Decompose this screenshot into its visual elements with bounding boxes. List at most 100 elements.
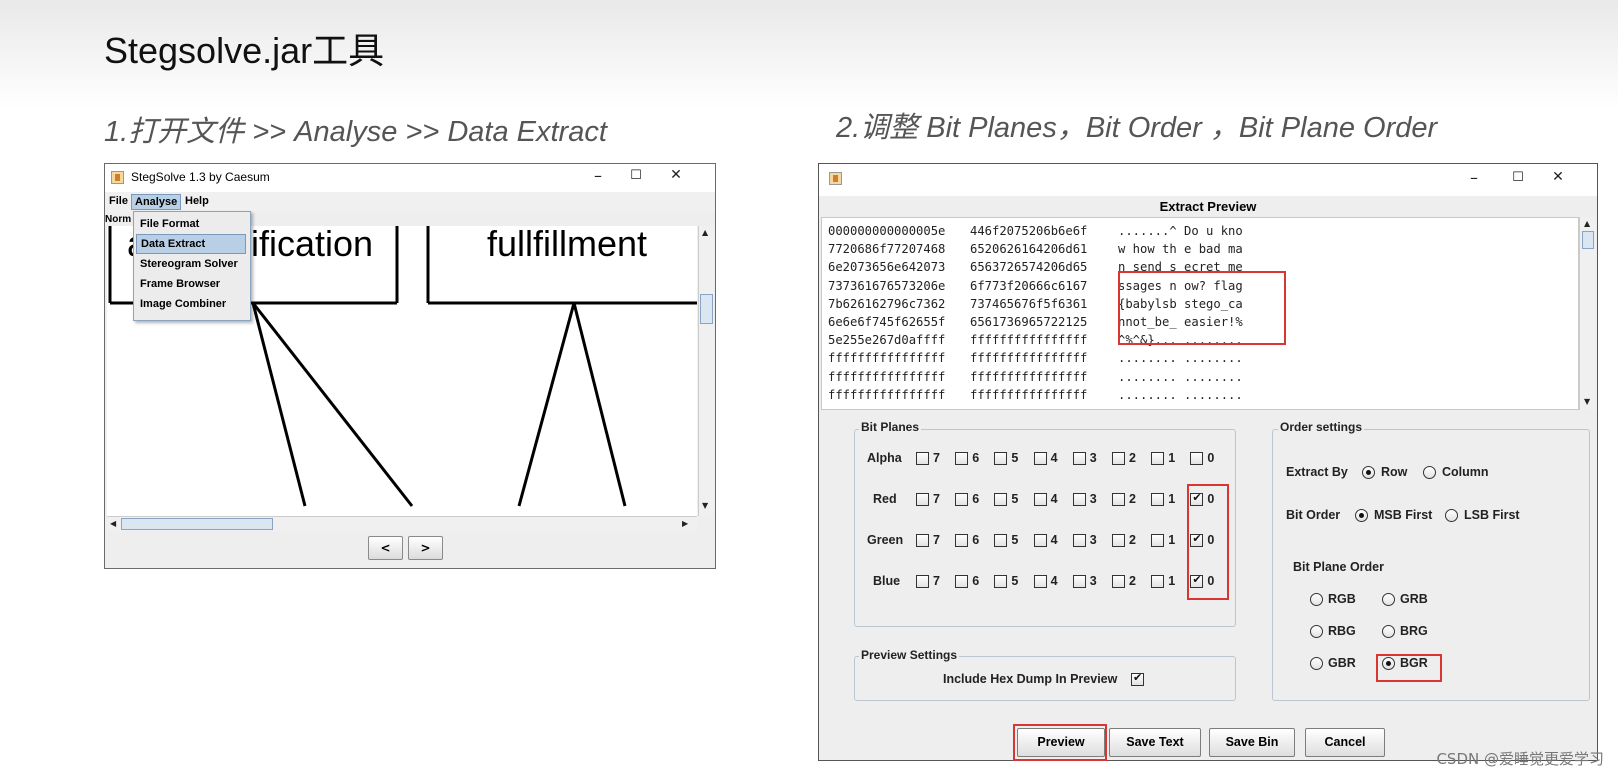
bit-label-7: 7 [933,533,940,547]
menu-help[interactable]: Help [182,194,212,208]
hex-col-1-row-3: 737361676573206e [828,278,946,293]
checkbox-green-bit-5[interactable] [994,534,1008,547]
menu-bar: File Analyse Help [105,192,715,212]
menu-analyse[interactable]: Analyse [131,194,182,210]
extract-by-row-radio[interactable] [1362,466,1375,479]
checkbox-green-bit-1[interactable] [1151,534,1165,547]
maximize-icon[interactable]: ☐ [1503,170,1533,185]
scroll-up-icon[interactable]: ▲ [1584,219,1590,228]
save-text-button[interactable]: Save Text [1109,728,1201,757]
checkbox-red-bit-4[interactable] [1033,493,1047,506]
checkbox-blue-bit-1[interactable] [1151,575,1165,588]
next-button[interactable]: > [408,536,443,560]
prev-button[interactable]: < [368,536,403,560]
ascii-col-row-9: ........ ........ [1118,387,1243,402]
checkbox-red-bit-7[interactable] [916,493,929,506]
checkbox-blue-bit-7[interactable] [916,575,929,588]
bit-label-4: 4 [1050,451,1058,465]
extract-by-column-radio[interactable] [1423,466,1436,479]
checkbox-green-bit-6[interactable] [955,534,969,547]
checkbox-blue-bit-5[interactable] [994,575,1008,588]
checkbox-green-bit-7[interactable] [916,534,929,547]
checkbox-red-bit-2[interactable] [1112,493,1125,506]
mode-label: Norm [105,214,132,225]
plane-order-radio-rgb[interactable] [1310,593,1323,606]
plane-order-label-rgb: RGB [1328,592,1356,606]
scroll-down-icon[interactable]: ▼ [1584,397,1590,406]
hex-col-1-row-2: 6e2073656e642073 [828,260,946,275]
menu-item-data-extract[interactable]: Data Extract [136,234,246,254]
plane-order-radio-grb[interactable] [1382,593,1395,606]
bit-label-6: 6 [972,451,980,465]
checkbox-green-bit-2[interactable] [1112,534,1125,547]
scroll-down-icon[interactable]: ▼ [702,501,708,510]
bit-label-3: 3 [1089,533,1097,547]
scroll-thumb[interactable] [1582,231,1594,249]
checkbox-green-bit-4[interactable] [1033,534,1047,547]
bit-plane-order-label: Bit Plane Order [1293,560,1384,574]
checkbox-alpha-bit-6[interactable] [955,452,969,465]
checkbox-red-bit-5[interactable] [994,493,1008,506]
checkbox-alpha-bit-3[interactable] [1072,452,1086,465]
close-icon[interactable]: ✕ [1543,169,1573,185]
bit-label-1: 1 [1168,533,1176,547]
hex-col-1-row-8: ffffffffffffffff [828,369,946,384]
menu-item-stereogram-solver[interactable]: Stereogram Solver [136,254,246,274]
menu-item-frame-browser[interactable]: Frame Browser [136,274,246,294]
checkbox-blue-bit-6[interactable] [955,575,969,588]
scroll-right-icon[interactable]: ▶ [682,519,688,528]
save-bin-button[interactable]: Save Bin [1209,728,1295,757]
checkbox-blue-bit-2[interactable] [1112,575,1125,588]
preview-scrollbar[interactable]: ▲ ▼ [1579,217,1596,410]
menu-file[interactable]: File [106,194,131,208]
hex-col-2-row-5: 6561736965722125 [970,315,1088,329]
hex-dump-checkbox[interactable] [1131,671,1144,686]
bit-label-5: 5 [1011,451,1019,465]
minimize-icon[interactable]: – [583,166,613,185]
analyse-dropdown-menu: File Format Data Extract Stereogram Solv… [133,211,251,321]
msb-first-label: MSB First [1374,508,1433,522]
step-2-caption: 2.调整 Bit Planes，Bit Order ，Bit Plane Ord… [836,112,1438,144]
checkbox-alpha-bit-1[interactable] [1151,452,1165,465]
checkbox-blue-bit-4[interactable] [1033,575,1047,588]
checkbox-alpha-bit-5[interactable] [994,452,1008,465]
page-title: Stegsolve.jar工具 [104,30,385,71]
bit-label-0: 0 [1207,451,1215,465]
checkbox-alpha-bit-7[interactable] [916,452,929,465]
preview-settings-legend: Preview Settings [859,648,960,662]
horizontal-scrollbar[interactable]: ◀ ▶ [107,516,697,531]
bit-label-6: 6 [972,574,980,588]
checkbox-alpha-bit-2[interactable] [1112,452,1125,465]
bit-label-2: 2 [1129,574,1136,588]
hex-col-2-row-9: ffffffffffffffff [970,387,1088,402]
checkbox-green-bit-3[interactable] [1072,534,1086,547]
ascii-col-row-0: .......^ Do u kno [1118,224,1243,238]
cancel-button[interactable]: Cancel [1305,728,1385,757]
ascii-col-row-8: ........ ........ [1118,369,1243,384]
menu-item-file-format[interactable]: File Format [136,214,246,234]
scroll-thumb[interactable] [700,294,713,324]
checkbox-red-bit-6[interactable] [955,493,969,506]
bit-label-7: 7 [933,574,940,588]
checkbox-red-bit-1[interactable] [1151,493,1165,506]
scroll-left-icon[interactable]: ◀ [110,519,116,528]
lsb-first-radio[interactable] [1445,509,1458,522]
hex-col-2-row-0: 446f2075206b6e6f [970,224,1088,238]
checkbox-red-bit-3[interactable] [1072,493,1086,506]
hscroll-thumb[interactable] [121,518,273,530]
plane-order-radio-gbr[interactable] [1310,657,1323,670]
maximize-icon[interactable]: ☐ [621,168,651,183]
checkbox-blue-bit-3[interactable] [1072,575,1086,588]
menu-item-image-combiner[interactable]: Image Combiner [136,294,246,314]
minimize-icon[interactable]: – [1459,168,1489,187]
close-icon[interactable]: ✕ [661,167,691,183]
plane-order-radio-brg[interactable] [1382,625,1395,638]
checkbox-alpha-bit-0[interactable] [1190,452,1204,465]
hex-col-2-row-2: 6563726574206d65 [970,260,1088,275]
vertical-scrollbar[interactable]: ▲ ▼ [698,226,714,516]
msb-first-radio[interactable] [1355,509,1368,522]
lsb-first-label: LSB First [1464,508,1520,522]
checkbox-alpha-bit-4[interactable] [1033,452,1047,465]
plane-order-radio-rbg[interactable] [1310,625,1323,638]
scroll-up-icon[interactable]: ▲ [702,228,708,237]
